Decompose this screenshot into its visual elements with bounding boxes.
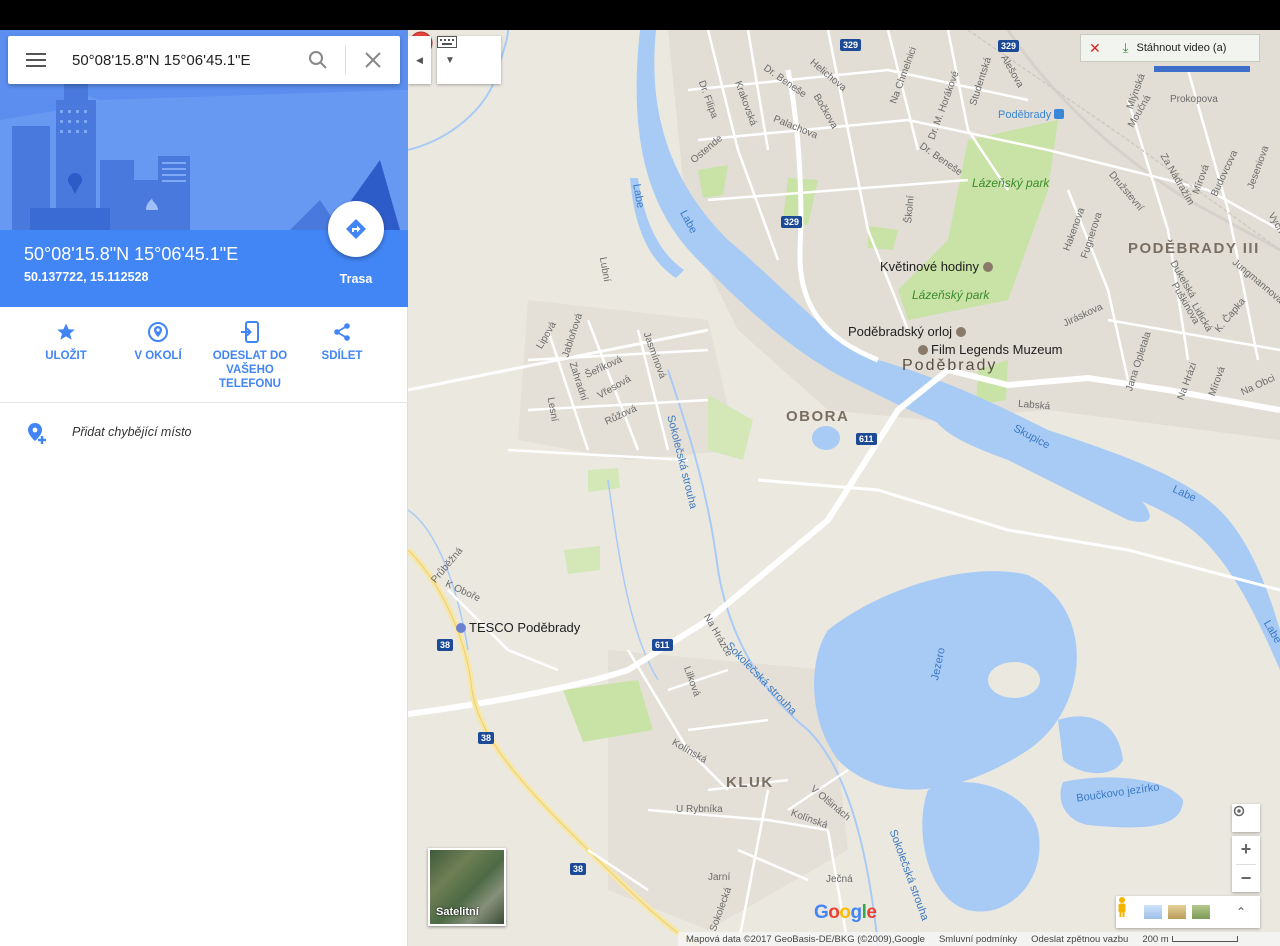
nearby-icon <box>148 322 168 342</box>
scale-control[interactable]: 200 m <box>1142 933 1238 945</box>
layer-terrain-icon[interactable] <box>1168 905 1186 919</box>
place-actions: ULOŽIT V OKOLÍ ODESLAT DO VAŠEHO TELEFON… <box>0 307 408 403</box>
download-progress-strip <box>1154 66 1250 72</box>
road-shield: 611 <box>856 433 877 445</box>
map-layers-control: ⌃ <box>1116 896 1260 928</box>
street-label: Jarní <box>708 872 731 883</box>
poi-label[interactable]: Květinové hodiny <box>880 259 996 274</box>
terms-link[interactable]: Smluvní podmínky <box>939 934 1017 945</box>
attribution-bar: Mapová data ©2017 GeoBasis-DE/BKG (©2009… <box>678 932 1280 946</box>
district-label: OBORA <box>786 408 850 425</box>
poi-icon <box>982 262 993 272</box>
my-location-button[interactable] <box>1232 804 1260 832</box>
poi-name: Poděbrady <box>998 109 1052 121</box>
poi-name: Poděbradský orloj <box>848 324 953 339</box>
send-to-phone-label: ODESLAT DO VAŠEHO TELEFONU <box>212 350 288 390</box>
scale-label: 200 m <box>1142 933 1169 945</box>
divider <box>345 46 346 74</box>
expand-chevron-icon[interactable]: ⌃ <box>1236 905 1246 919</box>
map-canvas[interactable]: 329 329 329 611 611 38 38 38 OBORA KLUK … <box>408 30 1280 946</box>
side-panel: 50°08'15.8"N 15°06'45.1"E 50.137722, 15.… <box>0 30 408 946</box>
road-shield: 38 <box>478 732 495 744</box>
nearby-label: V OKOLÍ <box>134 350 182 362</box>
poi-name: Film Legends Muzeum <box>931 342 1063 357</box>
search-input[interactable] <box>72 50 292 70</box>
input-tools-button[interactable]: ▼ <box>437 36 501 84</box>
poi-icon <box>955 327 966 337</box>
street-label: Prokopova <box>1170 94 1218 105</box>
close-icon[interactable] <box>363 50 383 70</box>
add-location-icon <box>28 423 46 444</box>
road-shield: 38 <box>437 639 454 651</box>
poi-label[interactable]: Film Legends Muzeum <box>918 342 1063 357</box>
download-icon: ⤓ <box>1122 40 1129 55</box>
layer-earth-icon[interactable] <box>1192 905 1210 919</box>
directions-icon <box>346 219 366 239</box>
send-to-phone-button[interactable]: ODESLAT DO VAŠEHO TELEFONU <box>210 319 290 391</box>
google-logo: Google <box>814 902 877 923</box>
search-box <box>8 36 400 84</box>
layer-transit-icon[interactable] <box>1144 905 1162 919</box>
feedback-link[interactable]: Odeslat zpětnou vazbu <box>1031 934 1128 945</box>
park-label: Lázeňský park <box>912 288 990 302</box>
send-to-phone-icon <box>241 321 259 343</box>
poi-name: Květinové hodiny <box>880 259 980 274</box>
pegman-icon[interactable] <box>1116 896 1128 918</box>
nearby-button[interactable]: V OKOLÍ <box>126 319 190 363</box>
save-button[interactable]: ULOŽIT <box>36 319 96 363</box>
close-icon[interactable]: ✕ <box>1089 40 1101 57</box>
place-title: 50°08'15.8"N 15°06'45.1"E <box>24 244 239 264</box>
zoom-in-button[interactable]: + <box>1232 836 1260 864</box>
star-icon <box>57 323 75 340</box>
dropdown-arrow-icon: ▼ <box>445 54 455 66</box>
road-shield: 611 <box>652 639 673 651</box>
shopping-cart-icon <box>456 623 466 633</box>
scale-bar <box>1171 935 1238 942</box>
download-video-bar[interactable]: ✕ ⤓ Stáhnout video (a) <box>1080 34 1260 62</box>
crosshair-icon <box>1233 805 1245 817</box>
district-label: PODĚBRADY III <box>1128 240 1260 257</box>
search-icon[interactable] <box>308 50 328 70</box>
poi-label[interactable]: TESCO Poděbrady <box>456 620 580 635</box>
share-icon <box>334 323 350 341</box>
road-shield: 38 <box>570 863 587 875</box>
add-missing-place-label: Přidat chybějící místo <box>72 425 192 439</box>
town-label: Poděbrady <box>902 357 998 374</box>
map-data-attribution: Mapová data ©2017 GeoBasis-DE/BKG (©2009… <box>686 933 925 945</box>
collapse-panel-button[interactable]: ◀ <box>408 36 431 84</box>
satellite-label: Satelitní <box>436 906 479 918</box>
share-button[interactable]: SDÍLET <box>312 319 372 363</box>
share-label: SDÍLET <box>321 350 363 362</box>
browser-top-bar <box>0 0 1280 30</box>
district-label: KLUK <box>726 774 774 791</box>
museum-icon <box>918 345 928 355</box>
place-decimal-coordinates: 50.137722, 15.112528 <box>24 270 149 284</box>
park-label: Lázeňský park <box>972 176 1050 190</box>
menu-icon[interactable] <box>26 53 46 71</box>
street-label: Ječná <box>826 874 853 885</box>
poi-name: TESCO Poděbrady <box>469 620 581 635</box>
road-shield: 329 <box>998 40 1020 52</box>
keyboard-icon <box>437 36 457 48</box>
directions-button[interactable] <box>328 201 384 257</box>
directions-label[interactable]: Trasa <box>324 272 388 286</box>
zoom-control: + − <box>1232 836 1260 892</box>
download-video-label: Stáhnout video (a) <box>1136 42 1227 54</box>
road-shield: 329 <box>840 39 862 51</box>
satellite-toggle[interactable]: Satelitní <box>428 848 506 926</box>
zoom-out-button[interactable]: − <box>1232 865 1260 893</box>
save-label: ULOŽIT <box>45 350 87 362</box>
train-station-icon <box>1054 109 1065 119</box>
poi-label[interactable]: Poděbradský orloj <box>848 324 969 339</box>
road-shield: 329 <box>781 216 803 228</box>
station-label[interactable]: Poděbrady <box>998 109 1067 121</box>
add-missing-place-row[interactable]: Přidat chybějící místo <box>0 404 408 460</box>
street-label: U Rybníka <box>676 804 723 815</box>
